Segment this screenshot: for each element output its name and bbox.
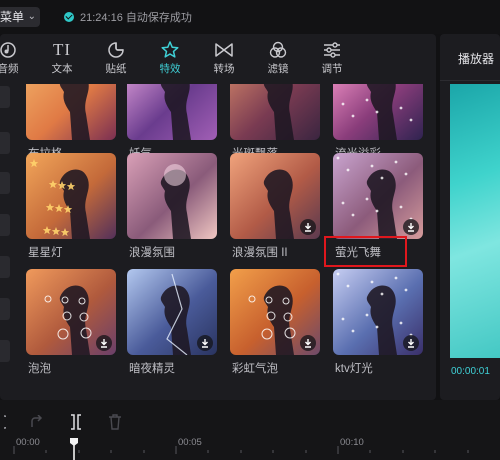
effect-card[interactable]: 布拉格 xyxy=(26,84,116,161)
download-icon[interactable] xyxy=(197,335,213,351)
effect-card[interactable]: 暗夜精灵 xyxy=(127,269,217,376)
text-icon: TI xyxy=(52,40,72,59)
effect-card[interactable]: 流光溢彩 xyxy=(333,84,423,161)
tab-label: 贴纸 xyxy=(105,63,127,75)
effect-card[interactable]: 浪漫氛围 II xyxy=(230,153,320,260)
highlight-box xyxy=(324,236,407,267)
material-panel: 音频 TI 文本 贴纸 特效 转场 滤镜 调节 星星灯 浪漫氛围 浪漫氛围 II… xyxy=(0,34,436,400)
preview-screen[interactable] xyxy=(450,84,500,358)
chevron-down-icon: ⌄ xyxy=(27,11,36,22)
effect-thumbnail[interactable] xyxy=(127,153,217,239)
effect-card[interactable]: ktv灯光 xyxy=(333,269,423,376)
effect-card[interactable]: 浪漫氛围 xyxy=(127,153,217,260)
ruler-label: 00:10 xyxy=(340,437,364,448)
tab-effects[interactable]: 特效 xyxy=(148,38,192,82)
tab-transition[interactable]: 转场 xyxy=(202,38,246,82)
effect-thumbnail[interactable] xyxy=(127,269,217,355)
effect-thumbnail[interactable] xyxy=(26,153,116,239)
category-sidebar xyxy=(0,84,14,400)
tab-label: 文本 xyxy=(51,63,73,75)
download-icon[interactable] xyxy=(300,335,316,351)
timeline: 00:00 00:05 00:10 xyxy=(0,400,500,460)
effect-thumbnail[interactable] xyxy=(127,84,217,140)
split-icon[interactable] xyxy=(70,413,82,431)
effect-thumbnail[interactable] xyxy=(26,84,116,140)
tab-sticker[interactable]: 贴纸 xyxy=(94,38,138,82)
current-time: 00:00:01 xyxy=(451,366,490,377)
effect-thumbnail[interactable] xyxy=(26,269,116,355)
effect-card[interactable]: 妖气 xyxy=(127,84,217,161)
effect-thumbnail[interactable] xyxy=(230,153,320,239)
sidebar-item[interactable] xyxy=(0,132,10,154)
tab-label: 转场 xyxy=(213,63,235,75)
effects-icon xyxy=(148,38,192,62)
tab-label: 特效 xyxy=(159,63,181,75)
sidebar-item[interactable] xyxy=(0,256,10,278)
sidebar-item[interactable] xyxy=(0,214,10,236)
download-icon[interactable] xyxy=(403,335,419,351)
effect-label: 浪漫氛围 II xyxy=(232,247,288,259)
category-tabs: 音频 TI 文本 贴纸 特效 转场 滤镜 调节 xyxy=(0,34,436,84)
player-title: 播放器 xyxy=(458,52,495,66)
redo-icon[interactable] xyxy=(30,413,44,431)
sidebar-item[interactable] xyxy=(0,298,10,320)
menu-label: 菜单 xyxy=(0,10,25,24)
sidebar-item[interactable] xyxy=(0,86,10,108)
playhead[interactable] xyxy=(70,437,78,460)
audio-icon xyxy=(0,38,30,62)
tab-adjust[interactable]: 调节 xyxy=(310,38,354,82)
sidebar-item[interactable] xyxy=(0,172,10,194)
tab-label: 滤镜 xyxy=(267,63,289,75)
sidebar-item[interactable] xyxy=(0,340,10,362)
tab-label: 调节 xyxy=(321,63,343,75)
tab-text[interactable]: TI 文本 xyxy=(40,38,84,82)
effect-card[interactable]: 星星灯 xyxy=(26,153,116,260)
effect-card[interactable]: 光斑飘落 xyxy=(230,84,320,161)
menu-button[interactable]: 菜单 ⌄ xyxy=(0,7,40,27)
undo-icon[interactable] xyxy=(0,413,6,431)
divider xyxy=(440,80,500,81)
effect-label: 浪漫氛围 xyxy=(129,247,175,259)
effect-thumbnail[interactable] xyxy=(333,153,423,239)
filter-icon xyxy=(256,38,300,62)
check-circle-icon xyxy=(64,12,74,22)
effect-thumbnail[interactable] xyxy=(230,84,320,140)
effect-thumbnail[interactable] xyxy=(230,269,320,355)
ruler-label: 00:00 xyxy=(16,437,40,448)
top-bar: 菜单 ⌄ 21:24:16 自动保存成功 xyxy=(0,0,500,34)
tab-audio[interactable]: 音频 xyxy=(0,38,30,82)
effect-card[interactable]: 彩虹气泡 xyxy=(230,269,320,376)
effect-label: 彩虹气泡 xyxy=(232,363,278,375)
effect-thumbnail[interactable] xyxy=(333,84,423,140)
player-panel: 播放器 00:00:01 xyxy=(440,34,500,400)
download-icon[interactable] xyxy=(300,219,316,235)
delete-icon[interactable] xyxy=(108,413,122,431)
effect-label: 泡泡 xyxy=(28,363,51,375)
autosave-text: 21:24:16 自动保存成功 xyxy=(80,12,192,24)
effect-label: 星星灯 xyxy=(28,247,63,259)
tab-filter[interactable]: 滤镜 xyxy=(256,38,300,82)
adjust-icon xyxy=(310,38,354,62)
ruler-label: 00:05 xyxy=(178,437,202,448)
download-icon[interactable] xyxy=(403,219,419,235)
tab-label: 音频 xyxy=(0,63,19,75)
sticker-icon xyxy=(94,38,138,62)
download-icon[interactable] xyxy=(96,335,112,351)
effect-label: 暗夜精灵 xyxy=(129,363,175,375)
transition-icon xyxy=(202,38,246,62)
autosave-status: 21:24:16 自动保存成功 xyxy=(64,9,192,25)
effect-label: ktv灯光 xyxy=(335,363,373,375)
effect-thumbnail[interactable] xyxy=(333,269,423,355)
effect-card[interactable]: 泡泡 xyxy=(26,269,116,376)
